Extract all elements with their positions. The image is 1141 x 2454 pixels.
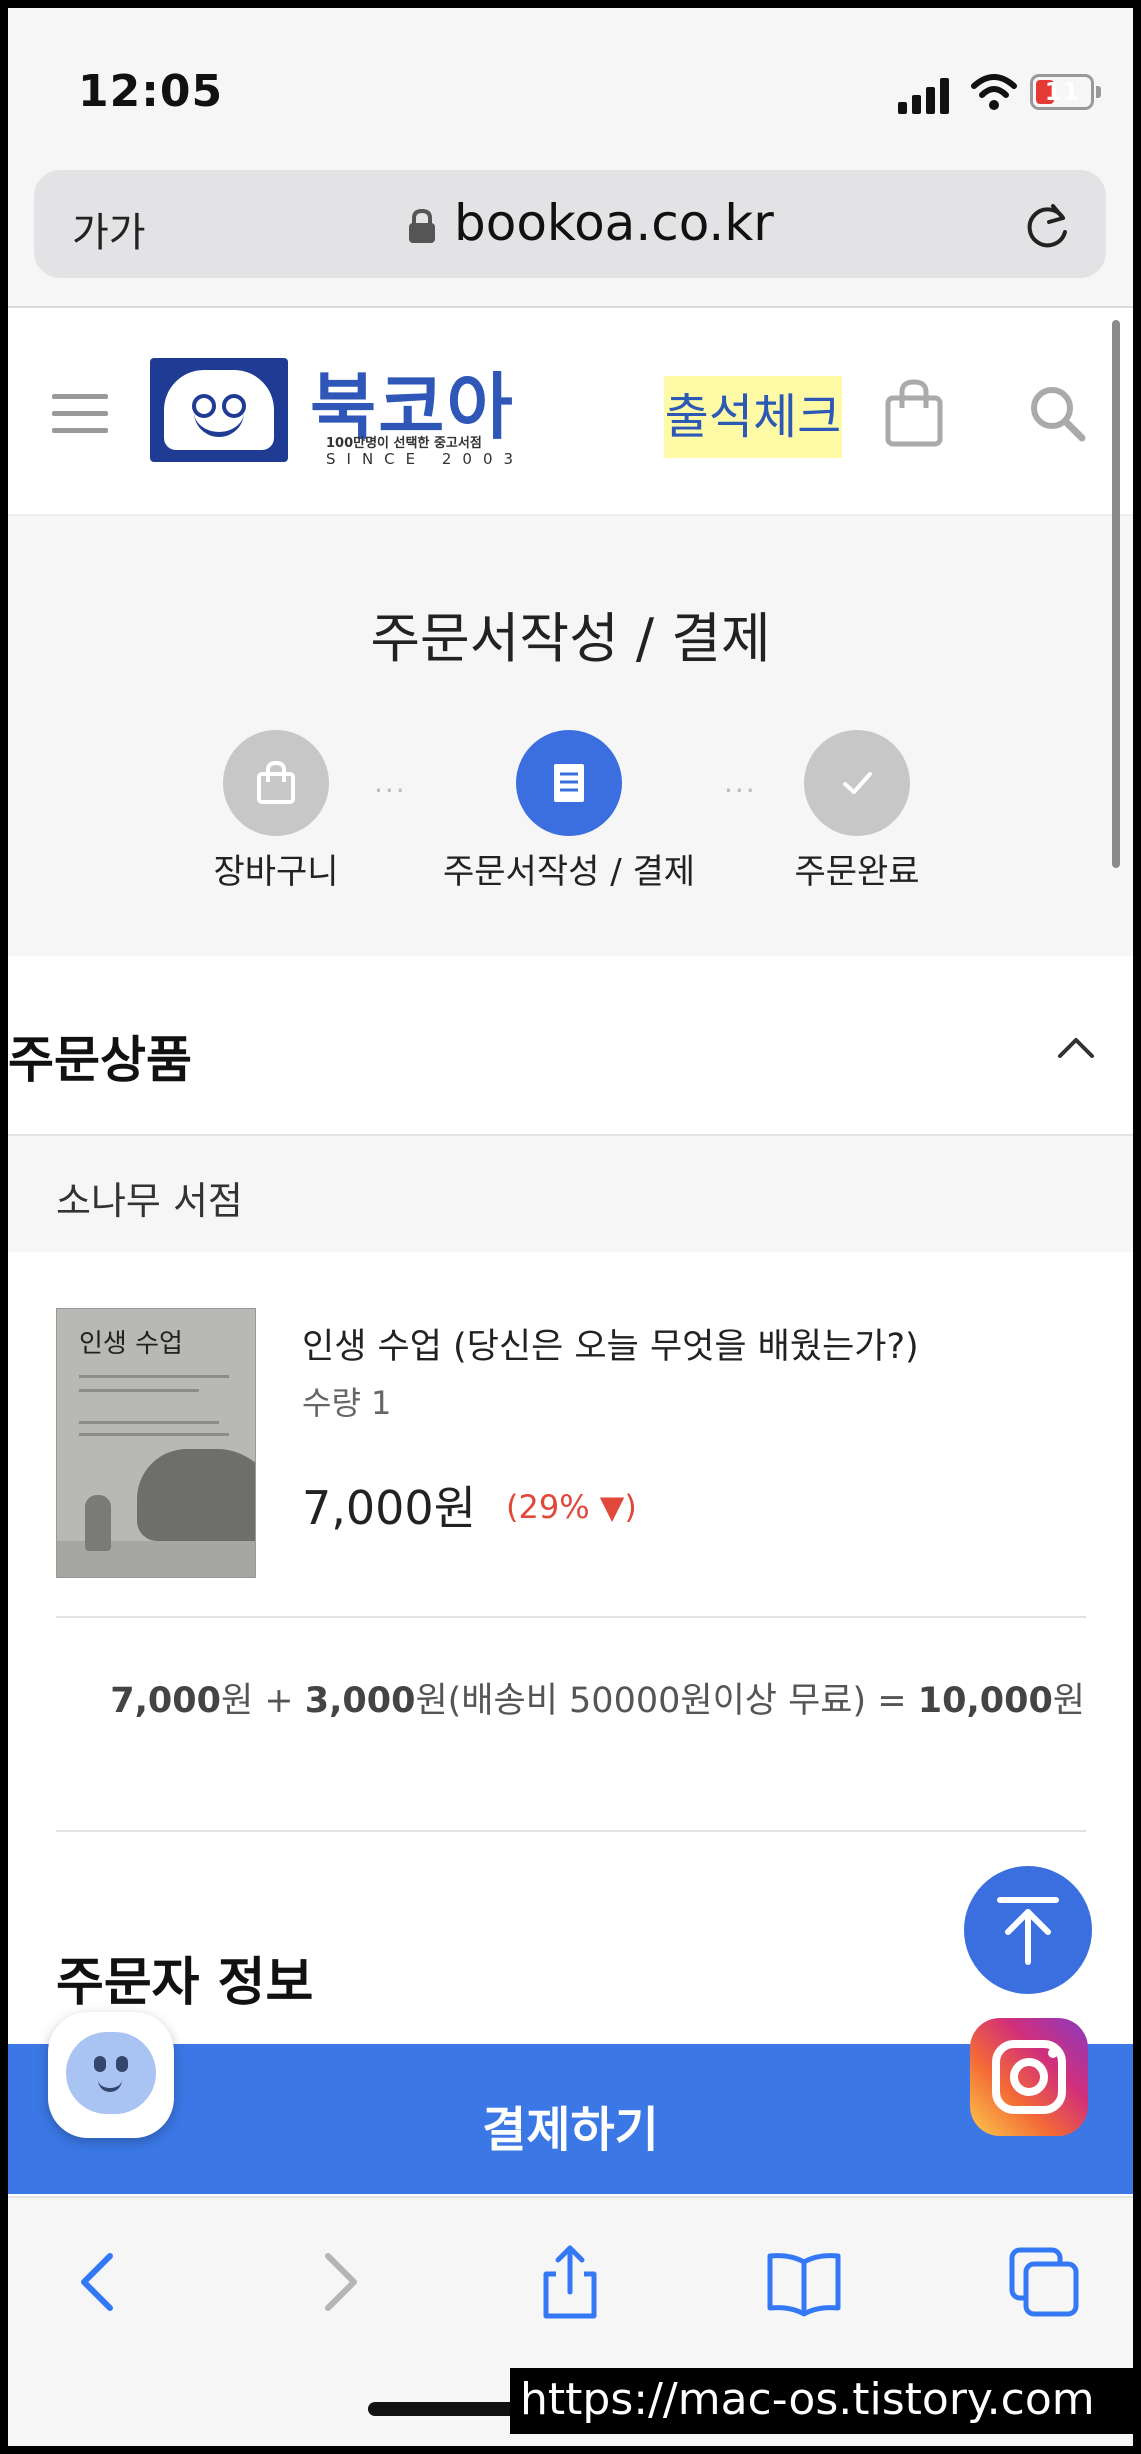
- section-title: 주문상품: [8, 1031, 192, 1089]
- step-separator: ···: [374, 774, 407, 807]
- menu-icon[interactable]: [52, 394, 108, 434]
- checkin-button[interactable]: 출석체크: [664, 376, 842, 458]
- url-text[interactable]: bookoa.co.kr: [454, 194, 774, 252]
- chatbot-face-icon: [66, 2032, 156, 2114]
- cover-title: 인생 수업: [79, 1329, 183, 1359]
- site-header: 북코아 100만명이 선택한 중고서점 SINCE 2003 출석체크: [8, 308, 1133, 516]
- back-icon[interactable]: [60, 2242, 140, 2322]
- page-title: 주문서작성 / 결제: [370, 607, 771, 670]
- forward-icon[interactable]: [298, 2242, 378, 2322]
- share-icon[interactable]: [530, 2242, 610, 2322]
- reload-icon[interactable]: [1019, 198, 1075, 254]
- won-label: 원 +: [220, 1681, 305, 1721]
- pay-button-label: 결제하기: [482, 2102, 659, 2158]
- battery-icon: 11: [1030, 74, 1094, 110]
- phone-screen: 12:05 11 가가 bookoa.co.kr 북코아 100만명이 선택한 …: [8, 8, 1133, 2446]
- shipping-amount: 3,000: [304, 1681, 416, 1721]
- pay-button[interactable]: 결제하기: [8, 2044, 1133, 2194]
- step-label-cart: 장바구니: [213, 852, 339, 892]
- address-bar[interactable]: 가가 bookoa.co.kr: [34, 170, 1106, 278]
- product-quantity: 수량 1: [302, 1384, 392, 1422]
- chatbot-button[interactable]: [48, 2012, 174, 2138]
- book-cover-image: 인생 수업: [56, 1308, 256, 1578]
- total-amount: 10,000: [917, 1681, 1053, 1721]
- checkout-progress: 주문서작성 / 결제 장바구니 ··· 주문서작성 / 결제 ··· 주문완료: [8, 516, 1133, 956]
- order-products-header[interactable]: 주문상품: [8, 956, 1133, 1136]
- text-size-button[interactable]: 가가: [72, 200, 146, 258]
- orderer-section-title: 주문자 정보: [56, 1953, 314, 2013]
- logo-mark[interactable]: [150, 358, 288, 462]
- status-bar: 12:05 11: [8, 8, 1133, 168]
- cart-bag-icon[interactable]: [884, 378, 944, 448]
- cellular-signal-icon: [898, 78, 949, 114]
- watermark-text: https://mac-os.tistory.com: [520, 2374, 1095, 2425]
- step-separator: ···: [724, 774, 757, 807]
- instagram-icon[interactable]: [970, 2018, 1088, 2136]
- step-label-order-form: 주문서작성 / 결제: [442, 852, 696, 892]
- step-complete-icon: [804, 730, 910, 836]
- scrollbar[interactable]: [1112, 320, 1120, 868]
- watermark: https://mac-os.tistory.com: [510, 2368, 1134, 2434]
- items-amount: 7,000: [110, 1681, 221, 1721]
- step-order-form-icon: [516, 730, 622, 836]
- shipping-note: 원(배송비 50000원이상 무료) =: [415, 1681, 918, 1721]
- battery-tip: [1096, 86, 1101, 98]
- arrow-up-icon: [997, 1897, 1059, 1965]
- won-label: 원: [1052, 1681, 1085, 1721]
- bookmarks-icon[interactable]: [764, 2242, 844, 2322]
- product-price: 7,000원: [302, 1481, 477, 1535]
- wifi-icon: [971, 74, 1017, 110]
- scroll-to-top-button[interactable]: [964, 1866, 1092, 1994]
- step-label-complete: 주문완료: [794, 852, 920, 892]
- store-row: 소나무 서점: [8, 1136, 1133, 1252]
- battery-level: 11: [1044, 77, 1080, 106]
- store-name: 소나무 서점: [56, 1179, 243, 1223]
- divider: [56, 1616, 1086, 1618]
- divider: [56, 1830, 1086, 1832]
- product-discount: (29% ▼): [506, 1488, 637, 1526]
- logo-since: SINCE 2003: [326, 450, 525, 468]
- status-time: 12:05: [78, 66, 224, 117]
- step-cart-icon: [223, 730, 329, 836]
- logo-tagline: 100만명이 선택한 중고서점: [326, 436, 482, 451]
- price-summary: 7,000원 + 3,000원(배송비 50000원이상 무료) = 10,00…: [110, 1672, 1085, 1723]
- product-title[interactable]: 인생 수업 (당신은 오늘 무엇을 배웠는가?): [302, 1318, 919, 1369]
- chevron-up-icon[interactable]: [1056, 1032, 1096, 1062]
- tabs-icon[interactable]: [1004, 2242, 1084, 2322]
- lock-icon: [409, 208, 435, 243]
- search-icon[interactable]: [1028, 384, 1086, 442]
